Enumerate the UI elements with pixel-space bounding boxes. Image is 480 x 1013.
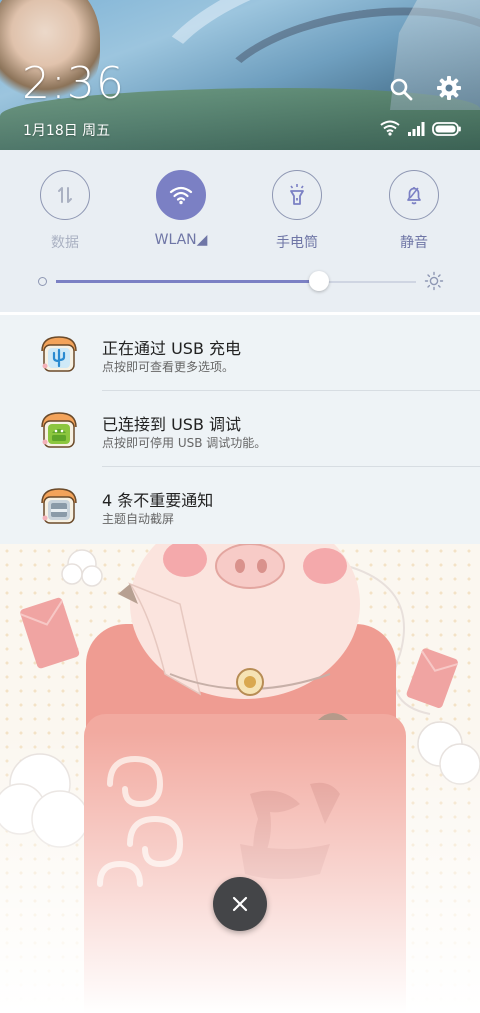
brightness-high-icon bbox=[424, 271, 444, 291]
search-icon bbox=[390, 78, 413, 101]
date: 1月18日 周五 bbox=[23, 123, 111, 139]
notification-subtitle: 主题自动截屏 bbox=[102, 512, 175, 526]
usb-charge-icon bbox=[41, 336, 77, 372]
gear-icon bbox=[437, 76, 461, 100]
notification-usb-debugging[interactable]: 已连接到 USB 调试 点按即可停用 USB 调试功能。 bbox=[0, 391, 480, 467]
wlan-toggle[interactable] bbox=[156, 170, 206, 220]
flashlight-icon bbox=[290, 184, 304, 205]
screenshot-icon bbox=[41, 488, 77, 524]
notification-subtitle: 点按即可查看更多选项。 bbox=[102, 360, 235, 374]
brightness-low-icon bbox=[38, 277, 47, 286]
brightness-fill bbox=[56, 280, 319, 283]
android-debug-icon bbox=[41, 412, 77, 448]
notification-title: 4 条不重要通知 bbox=[102, 491, 214, 510]
signal-status-icon bbox=[408, 121, 426, 140]
tile-label-wlan: WLAN◢ bbox=[154, 232, 208, 248]
search-button[interactable] bbox=[388, 76, 414, 102]
tile-label-mute: 静音 bbox=[400, 235, 428, 251]
bell-mute-icon bbox=[407, 187, 421, 205]
close-button[interactable] bbox=[213, 877, 267, 931]
flashlight-toggle[interactable] bbox=[272, 170, 322, 220]
notification-title: 正在通过 USB 充电 bbox=[102, 339, 242, 358]
tile-wlan[interactable]: WLAN◢ bbox=[141, 170, 221, 260]
mobile-data-toggle[interactable] bbox=[40, 170, 90, 220]
notification-title: 已连接到 USB 调试 bbox=[102, 415, 242, 434]
quick-settings-panel: 数据 WLAN◢ 手电筒 静音 bbox=[0, 150, 480, 312]
tile-flashlight[interactable]: 手电筒 bbox=[257, 170, 337, 260]
brightness-thumb[interactable] bbox=[308, 271, 329, 291]
battery-status-icon bbox=[432, 121, 462, 140]
wifi-icon bbox=[169, 186, 193, 205]
close-icon bbox=[232, 896, 248, 912]
data-arrows-icon bbox=[58, 187, 72, 203]
lockscreen-wallpaper bbox=[0, 544, 480, 1013]
notification-subtitle: 点按即可停用 USB 调试功能。 bbox=[102, 436, 267, 450]
notification-list: 正在通过 USB 充电 点按即可查看更多选项。 已连接到 USB 调试 点按即可… bbox=[0, 315, 480, 544]
clock: 2:36 bbox=[22, 58, 125, 109]
wifi-status-icon bbox=[380, 120, 400, 140]
settings-button[interactable] bbox=[436, 75, 462, 101]
tile-label-data: 数据 bbox=[51, 235, 79, 251]
notification-usb-charging[interactable]: 正在通过 USB 充电 点按即可查看更多选项。 bbox=[0, 315, 480, 391]
tile-mute[interactable]: 静音 bbox=[374, 170, 454, 260]
notification-unimportant-group[interactable]: 4 条不重要通知 主题自动截屏 bbox=[0, 467, 480, 543]
mute-toggle[interactable] bbox=[389, 170, 439, 220]
tile-mobile-data[interactable]: 数据 bbox=[25, 170, 105, 260]
brightness-slider[interactable] bbox=[38, 270, 448, 294]
tile-label-flashlight: 手电筒 bbox=[276, 235, 318, 251]
